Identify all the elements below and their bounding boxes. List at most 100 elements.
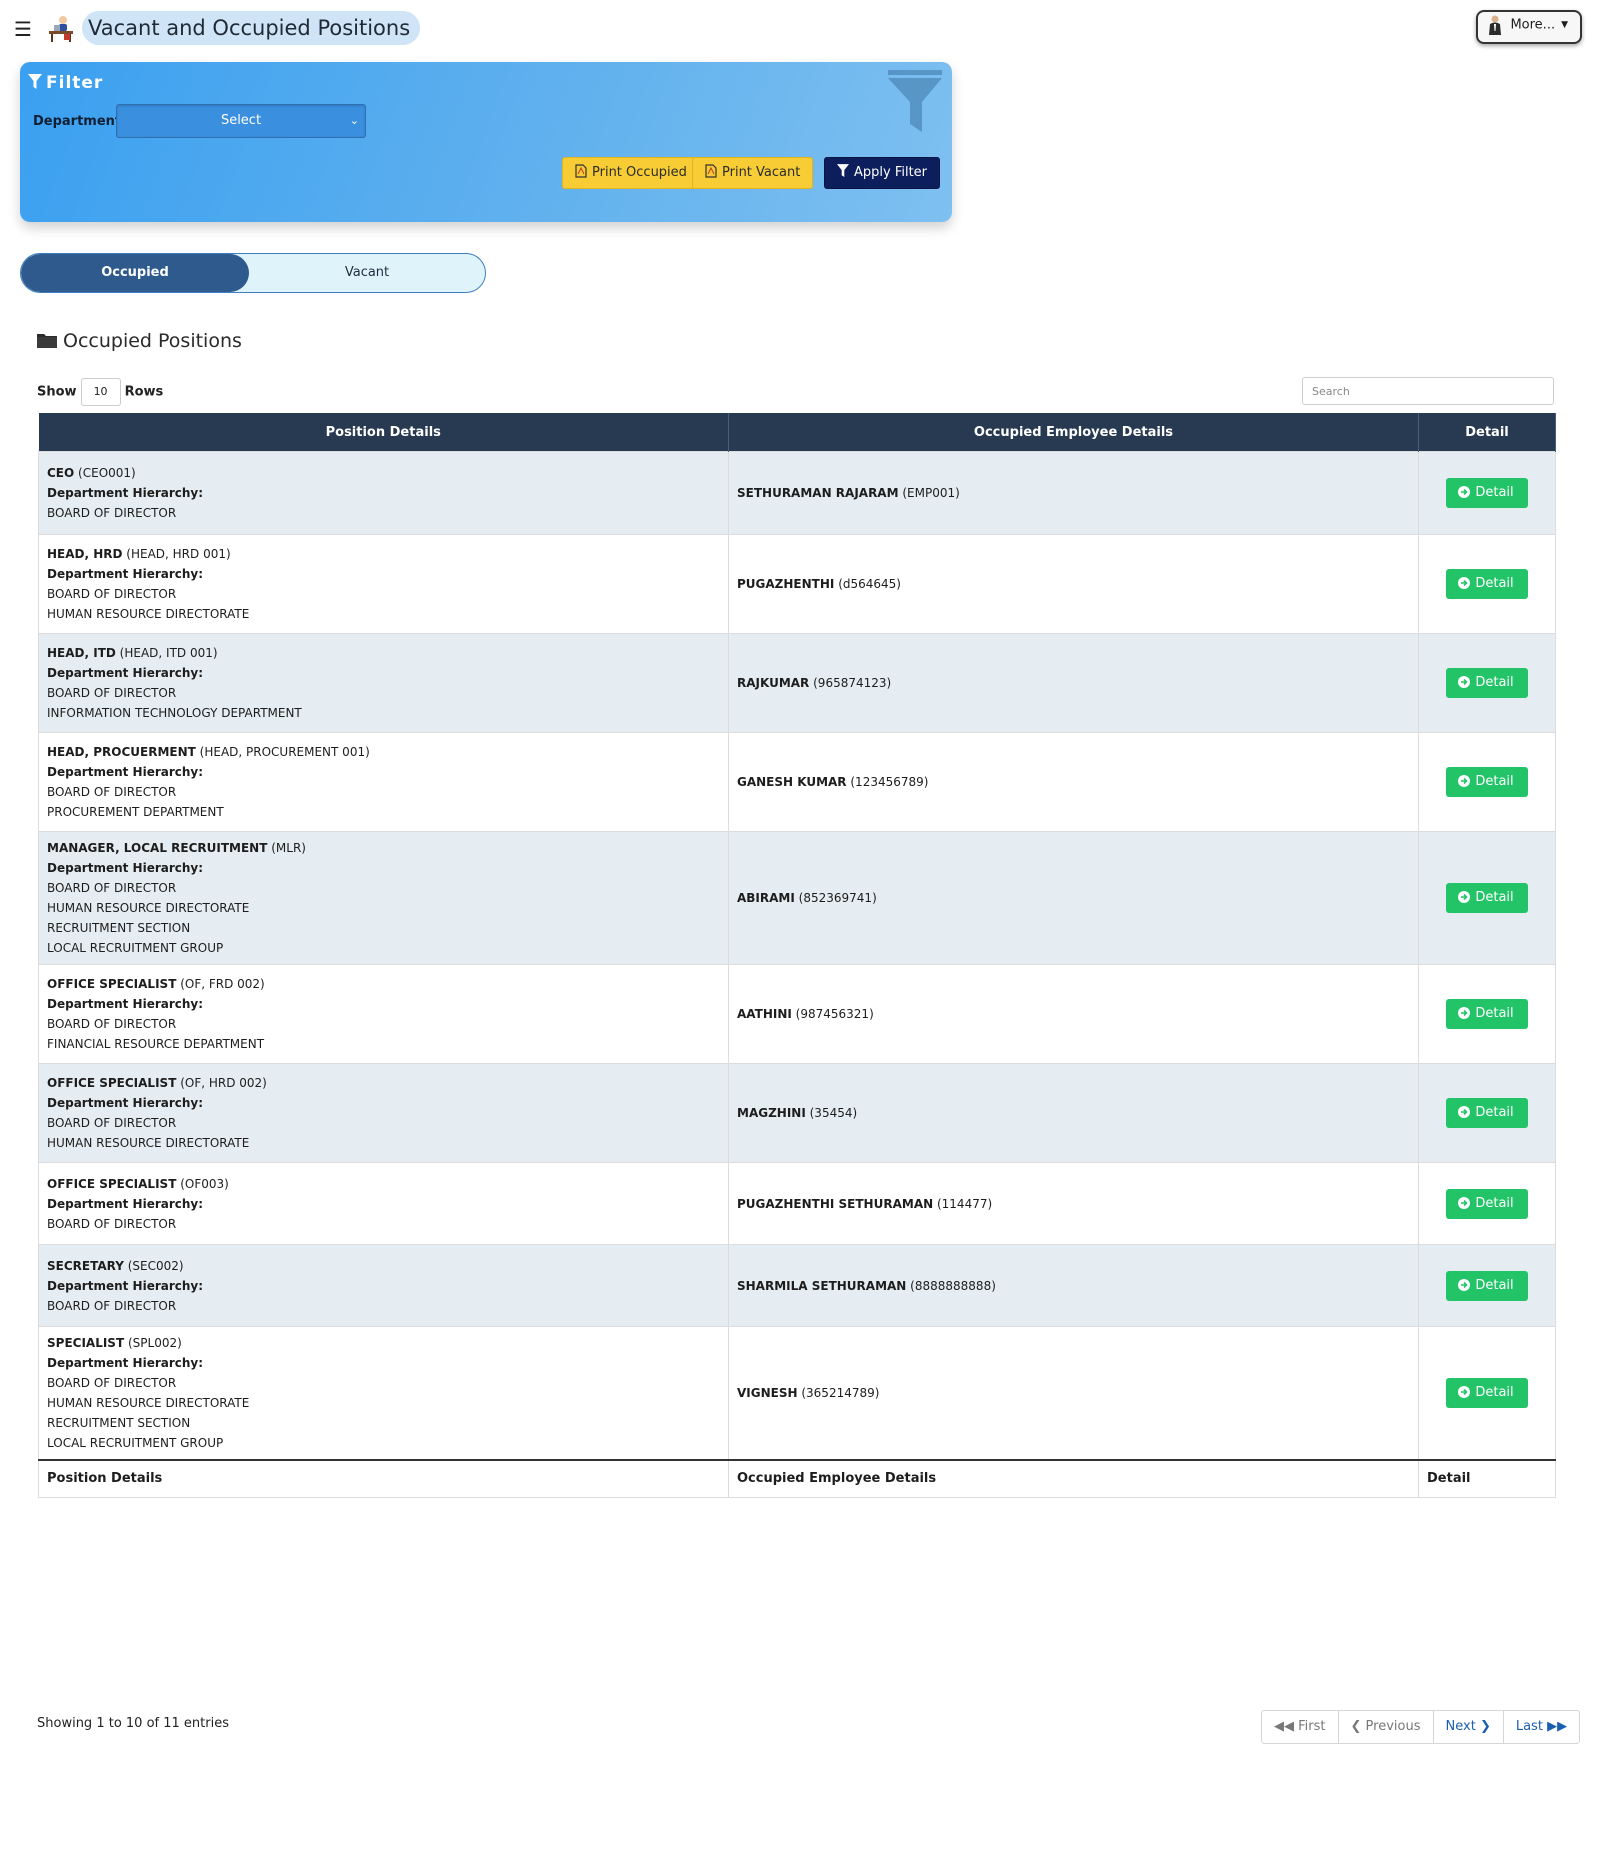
- hierarchy-item: RECRUITMENT SECTION: [47, 921, 191, 935]
- header-position-details[interactable]: Position Details: [38, 413, 729, 452]
- position-details-cell: SPECIALIST (SPL002) Department Hierarchy:…: [38, 1326, 729, 1460]
- employee-details-cell: SETHURAMAN RAJARAM (EMP001): [728, 451, 1419, 535]
- chevron-left-icon: ❮: [1350, 1719, 1362, 1734]
- position-code: (OF003): [180, 1176, 229, 1191]
- pagination-next[interactable]: Next ❯: [1434, 1711, 1504, 1743]
- print-occupied-label: Print Occupied: [592, 165, 687, 180]
- pagination-previous[interactable]: ❮ Previous: [1339, 1711, 1434, 1743]
- department-select-value: Select: [220, 113, 262, 128]
- position-title: OFFICE SPECIALIST: [47, 1076, 177, 1090]
- detail-button-label: Detail: [1475, 1277, 1514, 1293]
- detail-button-label: Detail: [1475, 675, 1514, 690]
- position-title: MANAGER, LOCAL RECRUITMENT: [47, 841, 268, 855]
- table-row: SECRETARY (SEC002) Department Hierarchy: B…: [38, 1244, 1556, 1327]
- detail-button[interactable]: Detail: [1446, 478, 1528, 508]
- toggle-occupied[interactable]: Occupied: [21, 254, 249, 292]
- arrow-circle-right-icon: [1458, 577, 1471, 589]
- position-details-cell: OFFICE SPECIALIST (OF, FRD 002) Departmen…: [38, 964, 729, 1064]
- detail-button[interactable]: Detail: [1446, 883, 1528, 913]
- hierarchy-label: Department Hierarchy:: [47, 567, 204, 581]
- employee-details-cell: PUGAZHENTHI (d564645): [728, 534, 1419, 634]
- hierarchy-item: LOCAL RECRUITMENT GROUP: [47, 1435, 224, 1450]
- detail-button[interactable]: Detail: [1446, 569, 1528, 599]
- detail-button[interactable]: Detail: [1446, 999, 1528, 1029]
- employee-id: (EMP001): [902, 486, 960, 500]
- employee-id: (965874123): [813, 676, 892, 690]
- position-title: SPECIALIST: [47, 1335, 125, 1350]
- print-vacant-button[interactable]: Print Vacant: [692, 157, 814, 189]
- position-line: OFFICE SPECIALIST (OF, HRD 002): [47, 1073, 720, 1093]
- arrow-circle-right-icon: [1458, 775, 1471, 787]
- last-label: Last: [1515, 1719, 1543, 1734]
- detail-button[interactable]: Detail: [1446, 1270, 1528, 1301]
- employee-id: (8888888888): [910, 1278, 996, 1293]
- hierarchy-item: HUMAN RESOURCE DIRECTORATE: [47, 1136, 250, 1150]
- pagination-first[interactable]: ◀◀ First: [1262, 1711, 1339, 1743]
- position-code: (SEC002): [127, 1258, 184, 1273]
- detail-button-label: Detail: [1475, 1195, 1514, 1211]
- detail-cell: Detail: [1418, 831, 1556, 965]
- position-line: HEAD, ITD (HEAD, ITD 001): [47, 643, 720, 663]
- header-employee-details[interactable]: Occupied Employee Details: [728, 413, 1419, 452]
- employee-id: (123456789): [850, 775, 929, 789]
- previous-label: Previous: [1365, 1719, 1421, 1734]
- position-title: HEAD, PROCUERMENT: [47, 745, 196, 759]
- footer-employee-details: Occupied Employee Details: [728, 1458, 1419, 1498]
- position-code: (HEAD, ITD 001): [119, 646, 218, 660]
- hierarchy-item: BOARD OF DIRECTOR: [47, 587, 177, 601]
- more-menu-button[interactable]: More... ▼: [1476, 10, 1582, 44]
- funnel-icon: [28, 74, 42, 89]
- detail-button[interactable]: Detail: [1446, 1098, 1528, 1128]
- detail-cell: Detail: [1418, 732, 1556, 832]
- chevron-right-icon: ❯: [1479, 1719, 1491, 1734]
- hierarchy-item: LOCAL RECRUITMENT GROUP: [47, 941, 224, 955]
- detail-cell: Detail: [1418, 1162, 1556, 1245]
- employee-id: (114477): [936, 1196, 993, 1211]
- table-row: HEAD, HRD (HEAD, HRD 001) Department Hier…: [38, 534, 1556, 634]
- hierarchy-item: BOARD OF DIRECTOR: [47, 881, 177, 895]
- employee-id: (d564645): [838, 577, 901, 591]
- next-label: Next: [1445, 1719, 1476, 1734]
- table-row: SPECIALIST (SPL002) Department Hierarchy:…: [38, 1326, 1556, 1460]
- position-code: (MLR): [271, 841, 306, 855]
- pagination-last[interactable]: Last ▶▶: [1504, 1711, 1579, 1743]
- position-details-cell: MANAGER, LOCAL RECRUITMENT (MLR) Departme…: [38, 831, 729, 965]
- caret-down-icon: ▼: [1561, 20, 1568, 30]
- hierarchy-label: Department Hierarchy:: [47, 1278, 204, 1293]
- apply-filter-button[interactable]: Apply Filter: [824, 157, 941, 189]
- position-code: (OF, HRD 002): [180, 1076, 267, 1090]
- employee-name: MAGZHINI: [737, 1106, 806, 1120]
- arrow-circle-right-icon: [1458, 1278, 1471, 1291]
- detail-button[interactable]: Detail: [1446, 1188, 1528, 1219]
- hierarchy-item: HUMAN RESOURCE DIRECTORATE: [47, 607, 250, 621]
- department-select[interactable]: Select ⌄: [116, 104, 366, 138]
- toggle-vacant[interactable]: Vacant: [249, 254, 485, 292]
- position-line: SPECIALIST (SPL002): [47, 1333, 720, 1353]
- detail-cell: Detail: [1418, 964, 1556, 1064]
- hierarchy-label: Department Hierarchy:: [47, 765, 204, 779]
- detail-button[interactable]: Detail: [1446, 767, 1528, 797]
- more-label: More...: [1510, 17, 1556, 33]
- search-input[interactable]: Search: [1302, 377, 1554, 405]
- detail-button[interactable]: Detail: [1446, 1377, 1528, 1408]
- arrow-circle-right-icon: [1458, 1106, 1471, 1118]
- filter-panel: Filter Department: Select ⌄ Print Occupi…: [20, 62, 952, 222]
- double-chevron-left-icon: ◀◀: [1274, 1719, 1294, 1734]
- position-title: OFFICE SPECIALIST: [47, 977, 177, 991]
- hamburger-menu-icon[interactable]: ☰: [14, 18, 32, 40]
- position-code: (HEAD, PROCUREMENT 001): [199, 745, 370, 759]
- page-title: Vacant and Occupied Positions: [82, 11, 421, 45]
- position-title: SECRETARY: [47, 1258, 124, 1273]
- header-detail[interactable]: Detail: [1418, 413, 1556, 452]
- table-row: MANAGER, LOCAL RECRUITMENT (MLR) Departme…: [38, 831, 1556, 965]
- employee-details-cell: PUGAZHENTHI SETHURAMAN (114477): [728, 1162, 1419, 1245]
- employee-name: AATHINI: [737, 1007, 792, 1021]
- double-chevron-right-icon: ▶▶: [1547, 1719, 1568, 1734]
- rows-per-page-select[interactable]: 10: [80, 378, 121, 406]
- detail-button[interactable]: Detail: [1446, 668, 1528, 698]
- position-details-cell: HEAD, PROCUERMENT (HEAD, PROCUREMENT 001…: [38, 732, 729, 832]
- detail-button-label: Detail: [1475, 576, 1514, 591]
- detail-cell: Detail: [1418, 451, 1556, 535]
- print-occupied-button[interactable]: Print Occupied: [562, 157, 700, 189]
- hierarchy-label: Department Hierarchy:: [47, 666, 204, 680]
